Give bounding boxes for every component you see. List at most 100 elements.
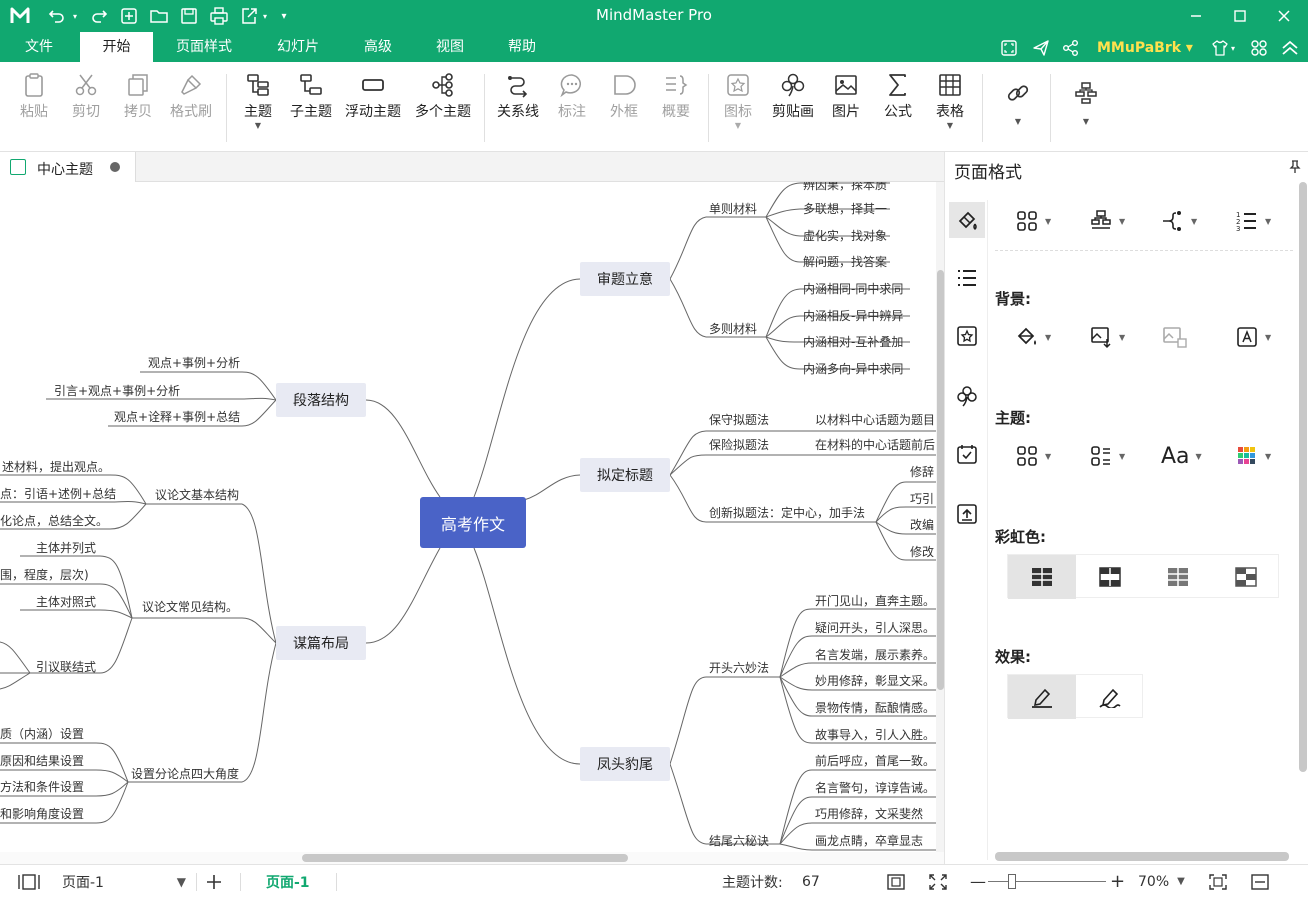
tab-help[interactable]: 帮助 (496, 32, 548, 62)
paste-button[interactable]: 粘贴 (12, 68, 56, 148)
panel-horizontal-scrollbar[interactable] (995, 852, 1289, 861)
leaf-topic[interactable]: 妙用修辞，彰显文采。 (815, 672, 935, 689)
subtopic[interactable]: 多则材料 (709, 320, 757, 337)
rainbow-option-4[interactable] (1212, 555, 1280, 599)
upload-icon[interactable] (949, 496, 985, 532)
undo-icon[interactable] (44, 4, 70, 28)
leaf-topic[interactable]: 引言+观点+事例+分析 (54, 382, 180, 399)
table-button[interactable]: 表格 ▼ (928, 68, 972, 148)
undo-dropdown-icon[interactable]: ▾ (68, 4, 82, 28)
page-tab-active[interactable]: 页面-1 (266, 865, 310, 897)
new-file-icon[interactable] (116, 4, 142, 28)
scrollbar-thumb[interactable] (302, 854, 628, 862)
leaf-topic[interactable]: 巧引 (910, 490, 934, 507)
leaf-topic[interactable]: 内涵相对-互补叠加 (803, 333, 903, 350)
share-icon[interactable] (1060, 37, 1082, 59)
leaf-topic[interactable]: 原因和结果设置 (0, 752, 84, 769)
leaf-topic[interactable]: 内涵相反-异中辨异 (803, 307, 903, 324)
main-topic-moupian[interactable]: 谋篇布局 (276, 626, 366, 660)
fit-page-icon[interactable] (886, 865, 906, 897)
maximize-icon[interactable] (1218, 0, 1262, 32)
floating-topic-button[interactable]: 浮动主题 (342, 68, 404, 148)
subtopic-button[interactable]: 子主题 (286, 68, 336, 148)
leaf-topic[interactable]: 化论点，总结全文。 (0, 512, 108, 529)
zoom-in-icon[interactable]: + (1110, 865, 1125, 897)
user-account-button[interactable]: MMuPaBrk ▾ (1097, 37, 1193, 59)
layout-dropdown-icon[interactable]: ▼ (1064, 118, 1108, 126)
main-topic-fengtou[interactable]: 凤头豹尾 (580, 747, 670, 781)
rainbow-option-2[interactable] (1076, 555, 1144, 599)
print-icon[interactable] (206, 4, 232, 28)
toggle-panel-icon[interactable] (1250, 865, 1270, 897)
leaf-topic[interactable]: 画龙点睛，卒章显志 (815, 832, 923, 849)
main-topic-duanluo[interactable]: 段落结构 (276, 383, 366, 417)
leaf-topic[interactable]: 主体并列式 (36, 539, 96, 556)
tab-slides[interactable]: 幻灯片 (265, 32, 331, 62)
leaf-topic[interactable]: 巧用修辞，文采斐然 (815, 805, 923, 822)
page-select[interactable]: 页面-1 ▼ (62, 865, 188, 897)
subtopic[interactable]: 开头六妙法 (709, 659, 769, 676)
leaf-topic[interactable]: 多联想，择其一 (803, 200, 887, 217)
icon-library-icon[interactable] (949, 318, 985, 354)
cut-button[interactable]: 剪切 (64, 68, 108, 148)
remove-background-button[interactable] (1161, 322, 1189, 352)
list-icon[interactable] (949, 260, 985, 296)
page-format-icon[interactable] (949, 202, 985, 238)
open-folder-icon[interactable] (146, 4, 172, 28)
topic-dropdown-icon[interactable]: ▼ (236, 122, 280, 130)
unsaved-dot-icon[interactable] (110, 162, 120, 172)
apps-icon[interactable] (1248, 37, 1270, 59)
layout-button[interactable]: ▼ (1064, 68, 1108, 148)
leaf-topic[interactable]: 解问题，找答案 (803, 253, 887, 270)
leaf-topic[interactable]: 以材料中心话题为题目 (815, 411, 935, 428)
theme-dropdown[interactable]: ▼ (1015, 441, 1051, 471)
table-dropdown-icon[interactable]: ▼ (928, 122, 972, 130)
tab-page-style[interactable]: 页面样式 (165, 32, 243, 62)
fit-window-icon[interactable] (1208, 865, 1228, 897)
leaf-topic[interactable]: 疑问开头，引人深思。 (815, 619, 935, 636)
skin-icon[interactable]: ▾ (1206, 37, 1240, 59)
panel-vertical-scrollbar[interactable] (1299, 182, 1307, 772)
subtopic[interactable]: 设置分论点四大角度 (131, 765, 239, 782)
leaf-topic[interactable]: 围，程度，层次) (0, 566, 89, 583)
leaf-topic[interactable]: 改编 (910, 516, 934, 533)
zoom-slider-track[interactable] (988, 881, 1106, 882)
add-page-icon[interactable] (205, 865, 223, 897)
leaf-topic[interactable]: 观点+事例+分析 (148, 354, 240, 371)
leaf-topic[interactable]: 前后呼应，首尾一致。 (815, 752, 935, 769)
leaf-topic[interactable]: 名言发端，展示素养。 (815, 646, 935, 663)
subtopic[interactable]: 单则材料 (709, 200, 757, 217)
leaf-topic[interactable]: 开门见山，直奔主题。 (815, 592, 935, 609)
tab-home[interactable]: 开始 (80, 32, 153, 62)
leaf-topic[interactable]: 故事导入，引人入胜。 (815, 726, 935, 743)
main-topic-niding[interactable]: 拟定标题 (580, 458, 670, 492)
clipart-button[interactable]: 剪贴画 (768, 68, 818, 148)
structure-dropdown[interactable]: ▼ (1089, 206, 1125, 236)
subtopic[interactable]: 结尾六秘诀 (709, 832, 769, 849)
color-theme-dropdown[interactable]: ▼ (1235, 441, 1271, 471)
rainbow-option-3[interactable] (1144, 555, 1212, 599)
leaf-topic[interactable]: 在材料的中心话题前后 (815, 436, 935, 453)
background-color-dropdown[interactable]: ▼ (1015, 322, 1051, 352)
export-dropdown-icon[interactable]: ▾ (258, 4, 272, 28)
main-topic-shenti[interactable]: 审题立意 (580, 262, 670, 296)
font-dropdown[interactable]: Aa ▼ (1161, 441, 1202, 471)
icon-button[interactable]: 图标 ▼ (716, 68, 760, 148)
leaf-topic[interactable]: 述材料，提出观点。 (2, 458, 110, 475)
leaf-topic[interactable]: 内涵相同-同中求同 (803, 280, 903, 297)
zoom-slider-handle[interactable] (1008, 874, 1016, 889)
callout-button[interactable]: 标注 (550, 68, 594, 148)
picture-button[interactable]: 图片 (824, 68, 868, 148)
leaf-topic[interactable]: 修改 (910, 543, 934, 560)
format-painter-button[interactable]: 格式刷 (164, 68, 218, 148)
hyperlink-button[interactable]: ▼ (996, 68, 1040, 148)
subtopic[interactable]: 创新拟题法：定中心，加手法 (709, 504, 865, 521)
page-panel-toggle-icon[interactable] (18, 865, 40, 897)
tab-advanced[interactable]: 高级 (352, 32, 404, 62)
copy-button[interactable]: 拷贝 (116, 68, 160, 148)
relationship-button[interactable]: 关系线 (494, 68, 542, 148)
mindmap-canvas[interactable]: 高考作文 审题立意 拟定标题 凤头豹尾 段落结构 谋篇布局 单则材料 多则材料 … (0, 182, 936, 852)
minimize-icon[interactable] (1174, 0, 1218, 32)
document-tab[interactable]: 中心主题 (0, 152, 136, 182)
redo-icon[interactable] (86, 4, 112, 28)
